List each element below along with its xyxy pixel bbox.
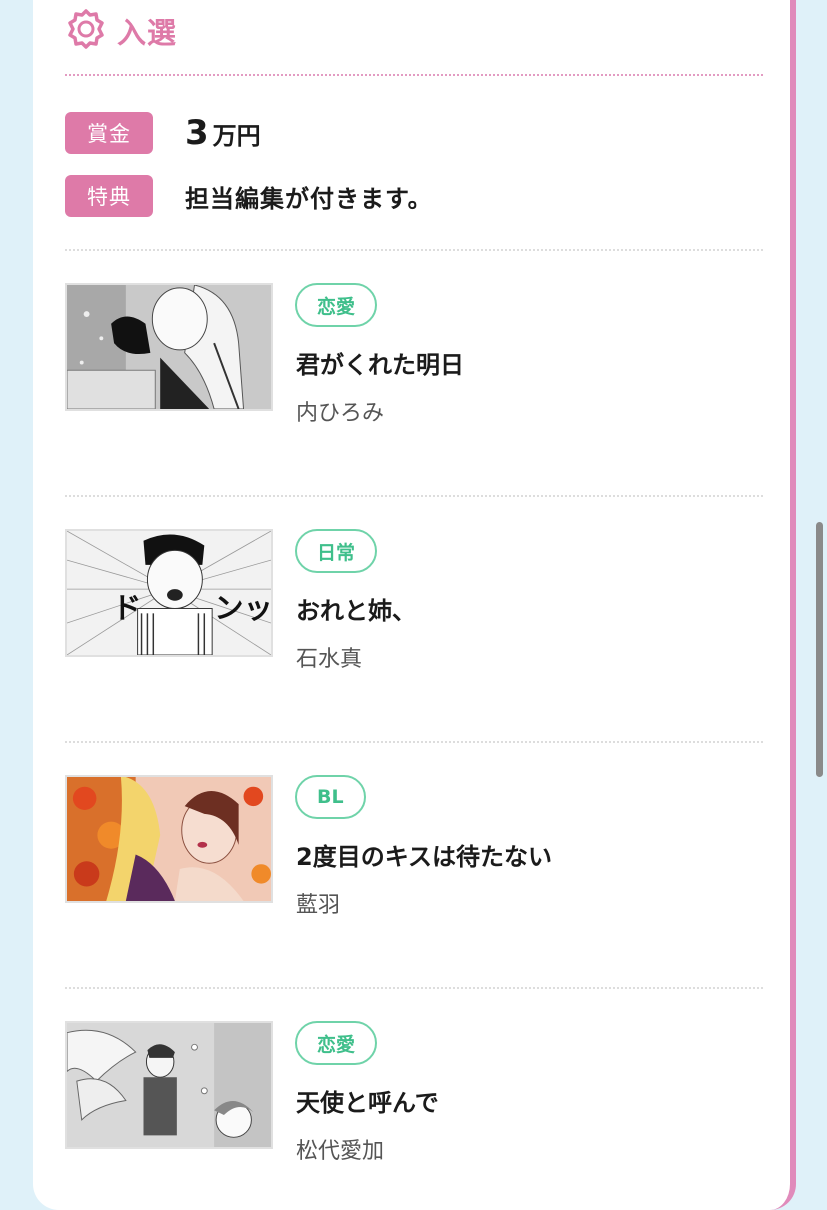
prize-benefit-label: 特典 xyxy=(65,175,153,217)
prize-amount-unit: 万円 xyxy=(212,122,261,150)
manga-thumbnail[interactable] xyxy=(65,775,273,903)
manga-thumbnail[interactable] xyxy=(65,283,273,411)
divider xyxy=(65,741,763,743)
manga-thumbnail[interactable] xyxy=(65,1021,273,1149)
work-title[interactable]: 2度目のキスは待たない xyxy=(296,837,552,872)
svg-text:ド: ド xyxy=(112,591,141,625)
work-title[interactable]: おれと姉、 xyxy=(296,591,416,626)
author-name: 内ひろみ xyxy=(296,401,385,426)
genre-tag: 恋愛 xyxy=(295,1021,378,1065)
award-icon xyxy=(65,8,107,54)
prize-money-label: 賞金 xyxy=(65,112,153,154)
prize-money-amount: 3 万円 xyxy=(185,113,261,153)
prize-benefit-text: 担当編集が付きます。 xyxy=(185,184,433,213)
section-title: 入選 xyxy=(117,16,178,50)
work-title[interactable]: 君がくれた明日 xyxy=(296,345,464,380)
scrollbar-thumb[interactable] xyxy=(816,522,823,777)
prize-benefit-row: 特典 担当編集が付きます。 xyxy=(65,175,433,217)
entry-item[interactable]: ド ンッ 日常 おれと姉、 石水真 xyxy=(65,529,763,672)
award-section-card: 入選 賞金 3 万円 特典 担当編集が付きます。 恋愛 君がくれた明日 内ひろみ… xyxy=(33,0,796,1210)
header-divider xyxy=(65,74,763,76)
divider xyxy=(65,249,763,251)
entry-item[interactable]: 恋愛 君がくれた明日 内ひろみ xyxy=(65,283,763,426)
divider xyxy=(65,987,763,989)
genre-tag: 日常 xyxy=(295,529,378,573)
entry-item[interactable]: BL 2度目のキスは待たない 藍羽 xyxy=(65,775,763,918)
author-name: 松代愛加 xyxy=(296,1139,385,1164)
prize-money-row: 賞金 3 万円 xyxy=(65,112,261,154)
manga-thumbnail[interactable]: ド ンッ xyxy=(65,529,273,657)
genre-tag: 恋愛 xyxy=(295,283,378,327)
author-name: 藍羽 xyxy=(296,893,341,918)
svg-text:ンッ: ンッ xyxy=(214,591,271,625)
work-title[interactable]: 天使と呼んで xyxy=(296,1083,439,1118)
genre-tag: BL xyxy=(295,775,366,819)
divider xyxy=(65,495,763,497)
author-name: 石水真 xyxy=(296,647,363,672)
section-header: 入選 xyxy=(65,8,177,54)
entry-item[interactable]: 恋愛 天使と呼んで 松代愛加 xyxy=(65,1021,763,1164)
prize-amount-number: 3 xyxy=(185,113,209,153)
